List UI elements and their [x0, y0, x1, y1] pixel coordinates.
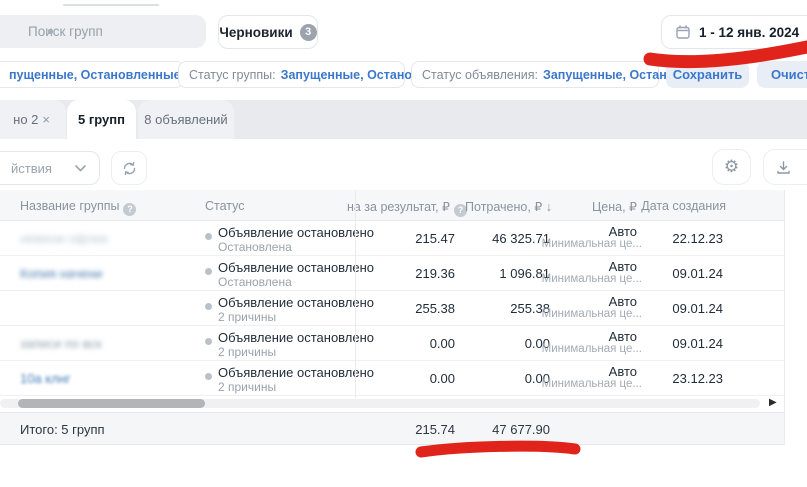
price-value: Авто — [609, 224, 637, 239]
tab-label: 8 объявлений — [144, 112, 227, 127]
group-name-link[interactable]: Копия начени — [20, 266, 102, 281]
price-value: Авто — [609, 364, 637, 379]
red-underline-totals — [421, 446, 575, 452]
scroll-right-icon[interactable]: ▶ — [769, 397, 777, 408]
status-dot-icon — [205, 303, 212, 310]
table-row[interactable]: Объявление остановлено 2 причины 255.38 … — [0, 291, 784, 326]
totals-spent: 47 677.90 — [492, 422, 550, 437]
column-label: на за результат, ₽ — [347, 200, 450, 214]
cpa-value: 215.47 — [415, 231, 455, 246]
column-label: Название группы — [20, 199, 119, 213]
group-name-link[interactable]: 10а клнг — [20, 371, 71, 386]
export-button[interactable] — [763, 149, 807, 185]
cut-element-edge — [63, 4, 159, 6]
status-text: Объявление остановлено — [218, 330, 374, 345]
cpa-value: 255.38 — [415, 301, 455, 316]
created-date: 09.01.24 — [672, 266, 723, 281]
table-row[interactable]: 10а клнг Объявление остановлено 2 причин… — [0, 361, 784, 396]
status-text: Объявление остановлено — [218, 225, 374, 240]
tab-label: но 2 — [13, 112, 38, 127]
tab-ads[interactable]: 8 объявлений — [138, 100, 234, 139]
calendar-icon — [675, 24, 691, 40]
status-text: Объявление остановлено — [218, 295, 374, 310]
table-header: Название группы? Статус на за результат,… — [0, 190, 784, 221]
created-date: 23.12.23 — [672, 371, 723, 386]
chevron-down-icon — [75, 165, 86, 172]
status-text: Объявление остановлено — [218, 260, 374, 275]
status-subtext: Остановлена — [218, 240, 292, 254]
price-value: Авто — [609, 294, 637, 309]
column-header-price[interactable]: Цена, ₽ — [592, 199, 637, 214]
settings-button[interactable]: ⚙ — [712, 149, 751, 185]
column-header-cpa[interactable]: на за результат, ₽? — [347, 199, 467, 217]
filter-chip-label: Статус объявления: — [422, 68, 538, 82]
column-header-spent[interactable]: Потрачено, ₽ ↓ — [465, 199, 552, 214]
ads-manager-screen: Черновики 3 1 - 12 янв. 2024 пущенные, О… — [0, 0, 807, 487]
status-text: Объявление остановлено — [218, 365, 374, 380]
cpa-value: 219.36 — [415, 266, 455, 281]
price-note: Минимальная це... — [542, 308, 642, 320]
column-header-status[interactable]: Статус — [205, 199, 245, 213]
created-date: 09.01.24 — [672, 336, 723, 351]
status-dot-icon — [205, 373, 212, 380]
table-row[interactable]: Копия начени Объявление остановлено Оста… — [0, 256, 784, 291]
clear-filters-button[interactable]: Очистить — [757, 61, 807, 88]
help-icon[interactable]: ? — [123, 203, 136, 216]
gear-icon: ⚙ — [724, 157, 739, 177]
price-note: Минимальная це... — [542, 238, 642, 250]
table-right-border — [784, 190, 785, 445]
search-icon — [48, 29, 53, 34]
price-note: Минимальная це... — [542, 378, 642, 390]
column-label: Потрачено, ₽ — [465, 200, 542, 214]
date-range-picker[interactable]: 1 - 12 янв. 2024 — [661, 15, 807, 49]
drafts-label: Черновики — [219, 25, 292, 40]
search-input[interactable] — [0, 15, 206, 48]
column-header-name[interactable]: Название группы? — [20, 199, 136, 216]
price-value: Авто — [609, 259, 637, 274]
price-value: Авто — [609, 329, 637, 344]
filter-chip-values: пущенные, Остановленные — [9, 68, 181, 82]
status-subtext: Остановлена — [218, 275, 292, 289]
price-note: Минимальная це... — [542, 343, 642, 355]
download-icon — [776, 160, 791, 175]
created-date: 22.12.23 — [672, 231, 723, 246]
group-name-link[interactable]: записи по вск — [20, 336, 102, 351]
table-row[interactable]: немени офлие Объявление остановлено Оста… — [0, 221, 784, 256]
scrollbar-thumb[interactable] — [18, 399, 205, 408]
actions-label: йствия — [11, 161, 52, 176]
group-name-link[interactable]: немени офлие — [20, 231, 108, 246]
status-dot-icon — [205, 268, 212, 275]
filter-chip-label: Статус группы: — [189, 68, 276, 82]
tab-selected-items[interactable]: но 2 × — [0, 100, 66, 139]
sort-desc-icon: ↓ — [546, 200, 552, 214]
column-header-created[interactable]: Дата создания — [641, 199, 726, 213]
totals-label: Итого: 5 групп — [20, 422, 105, 437]
status-subtext: 2 причины — [218, 380, 276, 394]
status-dot-icon — [205, 233, 212, 240]
cpa-value: 0.00 — [430, 371, 455, 386]
created-date: 09.01.24 — [672, 301, 723, 316]
status-dot-icon — [205, 338, 212, 345]
date-range-label: 1 - 12 янв. 2024 — [699, 25, 799, 40]
cpa-value: 0.00 — [430, 336, 455, 351]
table-row[interactable]: записи по вск Объявление остановлено 2 п… — [0, 326, 784, 361]
totals-cpa: 215.74 — [415, 422, 455, 437]
tab-label: 5 групп — [78, 112, 125, 127]
close-icon[interactable]: × — [42, 112, 50, 127]
totals-row: Итого: 5 групп 215.74 47 677.90 — [0, 412, 784, 445]
drafts-count-badge: 3 — [300, 24, 317, 41]
refresh-icon — [122, 161, 137, 176]
status-subtext: 2 причины — [218, 310, 276, 324]
actions-dropdown[interactable]: йствия — [0, 151, 100, 185]
save-filters-button[interactable]: Сохранить — [666, 61, 749, 88]
filter-chip-campaign-status[interactable]: пущенные, Остановленные × — [0, 61, 184, 88]
tab-groups[interactable]: 5 групп — [67, 100, 136, 139]
drafts-button[interactable]: Черновики 3 — [218, 15, 318, 49]
price-note: Минимальная це... — [542, 273, 642, 285]
filter-chip-ad-status[interactable]: Статус объявления: Запущенные, Остановле… — [411, 61, 659, 88]
filter-chip-group-status[interactable]: Статус группы: Запущенные, Остановленные… — [178, 61, 405, 88]
status-subtext: 2 причины — [218, 345, 276, 359]
frozen-columns-divider — [355, 190, 356, 398]
refresh-button[interactable] — [111, 151, 147, 185]
